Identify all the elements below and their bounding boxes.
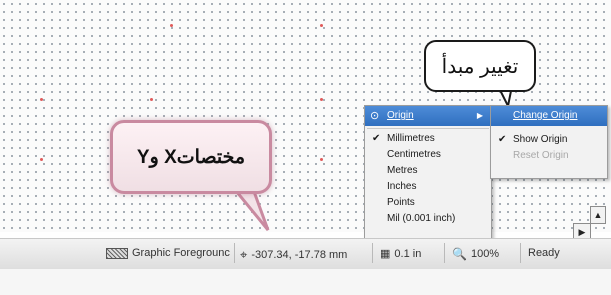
grid-spacing: 0.1 in <box>394 247 422 260</box>
menu-item-show-origin[interactable]: ✔ Show Origin <box>491 132 607 148</box>
fill-pattern-icon <box>106 247 128 259</box>
submenu-arrow-icon: ▶ <box>476 111 483 120</box>
origin-submenu: Change Origin ✔ Show Origin Reset Origin <box>490 105 608 179</box>
status-divider <box>234 243 235 263</box>
menu-item-metres[interactable]: Metres <box>365 163 491 179</box>
change-origin-callout-text: تغيير مبدأ <box>441 55 519 78</box>
arrow-right-icon: ▶ <box>578 227 586 237</box>
zoom-icon: 🔍 <box>452 247 467 261</box>
arrow-up-icon: ▲ <box>593 210 603 220</box>
grid-icon: ▦ <box>380 248 391 260</box>
xy-coordinates-callout: مختصاتX وY <box>110 120 272 194</box>
menu-item-label: Millimetres <box>387 133 435 144</box>
menu-item-change-origin[interactable]: Change Origin <box>491 106 607 126</box>
menu-item-label: Reset Origin <box>513 150 569 161</box>
change-origin-callout: تغيير مبدأ <box>424 40 536 92</box>
status-divider <box>372 243 373 263</box>
grid-indicator[interactable]: ▦ 0.1 in <box>380 247 422 261</box>
menu-item-label: Inches <box>387 181 417 192</box>
lower-panel <box>0 269 611 295</box>
menu-item-origin[interactable]: ⊙ Origin ▶ <box>365 106 491 126</box>
units-menu: ⊙ Origin ▶ ✔ Millimetres Centimetres Met… <box>364 105 492 253</box>
status-divider <box>520 243 521 263</box>
scroll-up-button[interactable]: ▲ <box>590 206 606 224</box>
check-icon: ✔ <box>498 134 507 145</box>
menu-divider <box>367 128 489 129</box>
menu-item-label: Metres <box>387 165 418 176</box>
menu-item-points[interactable]: Points <box>365 195 491 211</box>
menu-item-label: Centimetres <box>387 149 441 160</box>
status-text: Ready <box>528 247 560 259</box>
menu-item-origin-label: Origin <box>387 110 414 121</box>
ready-status: Ready <box>528 247 560 259</box>
menu-item-reset-origin: Reset Origin <box>491 148 607 164</box>
menu-item-label: Points <box>387 197 415 208</box>
coordinates-readout: -307.34, -17.78 mm <box>251 249 348 261</box>
menu-item-label: Show Origin <box>513 134 568 145</box>
menu-item-inches[interactable]: Inches <box>365 179 491 195</box>
origin-crosshair-icon: ⌖ <box>240 247 248 262</box>
menu-item-label: Mil (0.001 inch) <box>387 213 456 224</box>
status-divider <box>444 243 445 263</box>
menu-item-mil[interactable]: Mil (0.001 inch) <box>365 211 491 227</box>
layer-indicator[interactable]: Graphic Foregrounc <box>106 247 230 259</box>
zoom-level: 100% <box>470 248 500 260</box>
menu-item-millimetres[interactable]: ✔ Millimetres <box>365 131 491 147</box>
layer-name: Graphic Foregrounc <box>132 247 230 259</box>
coordinates-indicator[interactable]: ⌖ -307.34, -17.78 mm <box>240 247 347 263</box>
menu-item-centimetres[interactable]: Centimetres <box>365 147 491 163</box>
origin-icon: ⊙ <box>370 110 380 122</box>
zoom-indicator[interactable]: 🔍 100% <box>452 247 499 261</box>
xy-coordinates-callout-text: مختصاتX وY <box>136 146 246 168</box>
check-icon: ✔ <box>372 133 381 144</box>
menu-item-label: Change Origin <box>513 110 578 121</box>
